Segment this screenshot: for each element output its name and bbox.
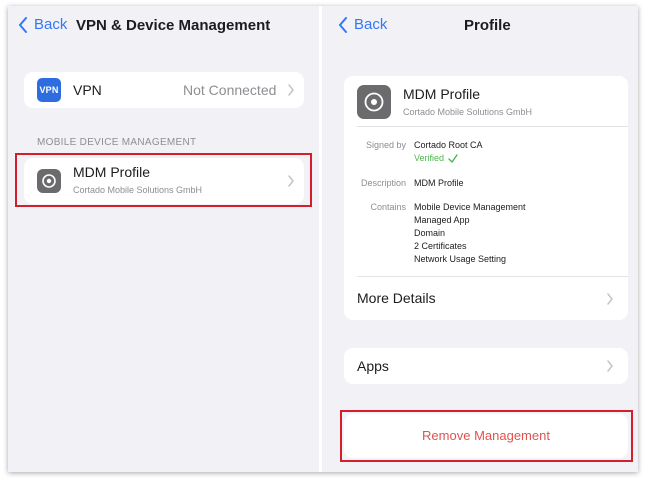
vpn-device-management-screen: Back VPN & Device Management VPN VPN Not… — [8, 6, 319, 472]
right-navbar: Back Profile — [322, 6, 638, 46]
section-header-mdm: MOBILE DEVICE MANAGEMENT — [37, 137, 197, 148]
mdm-profile-org: Cortado Mobile Solutions GmbH — [73, 185, 203, 195]
left-navbar: Back VPN & Device Management — [8, 6, 319, 46]
right-back-label: Back — [354, 16, 388, 33]
verified-label: Verified — [414, 153, 445, 163]
settings-gear-icon — [37, 169, 61, 193]
verified-status: Verified — [414, 153, 458, 163]
right-back-button[interactable]: Back — [338, 16, 387, 33]
vpn-status: Not Connected — [183, 82, 277, 98]
settings-gear-icon — [357, 85, 391, 119]
contains-item: Mobile Device Management — [414, 202, 526, 212]
chevron-left-icon — [19, 16, 27, 33]
description-value: MDM Profile — [414, 178, 464, 188]
profile-screen: Back Profile MDM Profile Cortado Mobile … — [322, 6, 638, 472]
profile-org: Cortado Mobile Solutions GmbH — [403, 107, 533, 117]
checkmark-icon — [448, 153, 458, 163]
chevron-right-icon — [288, 84, 294, 96]
profile-card: MDM Profile Cortado Mobile Solutions Gmb… — [344, 76, 628, 320]
signed-by-label: Signed by — [365, 140, 406, 150]
chevron-right-icon — [288, 175, 294, 187]
left-back-label: Back — [34, 16, 68, 33]
mdm-profile-name: MDM Profile — [73, 164, 151, 180]
vpn-label: VPN — [73, 82, 102, 98]
apps-label: Apps — [357, 358, 389, 374]
contains-item: Network Usage Setting — [414, 254, 507, 264]
apps-row[interactable]: Apps — [344, 348, 628, 384]
contains-label: Contains — [370, 202, 406, 212]
signed-by-value: Cortado Root CA — [414, 140, 483, 150]
more-details-row[interactable]: More Details — [344, 277, 628, 320]
remove-management-label: Remove Management — [422, 428, 550, 443]
more-details-label: More Details — [357, 290, 436, 306]
chevron-left-icon — [339, 16, 347, 33]
contains-item: Managed App — [414, 215, 470, 225]
contains-list: Mobile Device Management Managed App Dom… — [414, 201, 526, 266]
contains-item: 2 Certificates — [414, 241, 467, 251]
chevron-right-icon — [607, 360, 613, 372]
contains-item: Domain — [414, 228, 446, 238]
profile-name: MDM Profile — [403, 86, 481, 102]
chevron-right-icon — [607, 293, 613, 305]
vpn-row[interactable]: VPN VPN Not Connected — [24, 72, 304, 108]
description-label: Description — [360, 178, 406, 188]
remove-management-button[interactable]: Remove Management — [344, 414, 628, 458]
page-title: VPN & Device Management — [76, 17, 271, 34]
profile-title: Profile — [464, 17, 511, 34]
vpn-icon: VPN — [37, 78, 61, 102]
left-back-button[interactable]: Back — [18, 16, 67, 33]
separator — [357, 126, 628, 127]
mdm-profile-row[interactable]: MDM Profile Cortado Mobile Solutions Gmb… — [24, 158, 304, 204]
